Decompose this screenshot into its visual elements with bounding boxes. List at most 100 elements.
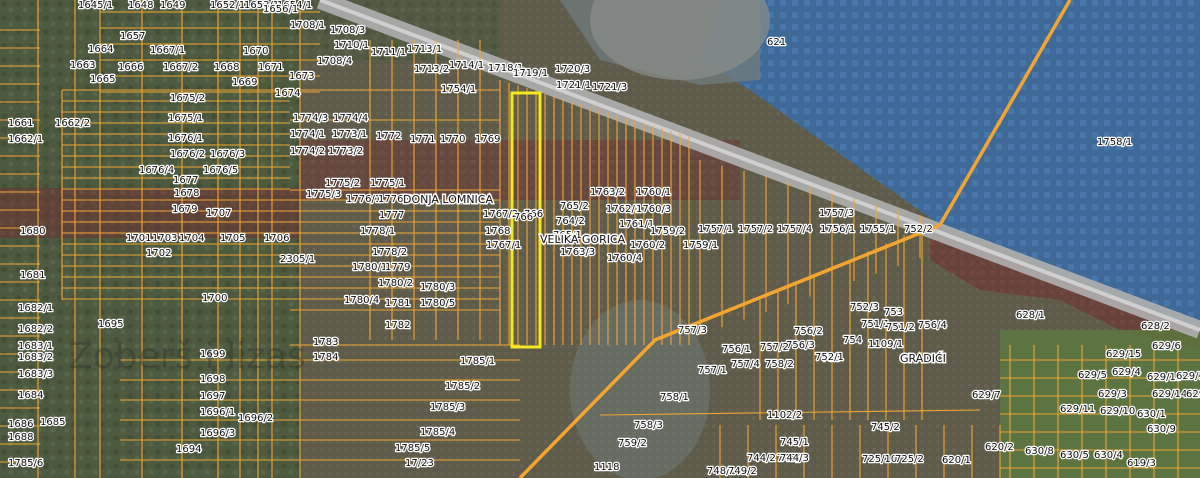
parcel-label[interactable]: 1666 (117, 61, 145, 75)
parcel-label[interactable]: 1683/1 (17, 340, 55, 354)
parcel-label[interactable]: 1668 (213, 61, 241, 75)
parcel-label[interactable]: 1778/2 (371, 246, 409, 260)
parcel-label[interactable]: 757/1 (697, 364, 728, 378)
parcel-label[interactable]: 725/10 (861, 453, 899, 467)
parcel-label[interactable]: 1688 (7, 431, 35, 445)
parcel-label[interactable]: 1685 (39, 416, 67, 430)
parcel-label[interactable]: 1702 (145, 247, 173, 261)
parcel-label[interactable]: 1664 (87, 43, 115, 57)
parcel-label[interactable]: 1780/3 (419, 281, 457, 295)
cadastral-map[interactable]: 1645/1 1648 1649 1652/1 1653/1 1654/1 1656/1 17… (0, 0, 1200, 478)
parcel-label[interactable]: 629/7 (971, 389, 1002, 403)
parcel-label[interactable]: 1669 (231, 76, 259, 90)
parcel-label[interactable]: 1102/2 (766, 409, 804, 423)
parcel-label[interactable]: 752/2 (903, 223, 934, 237)
parcel-label[interactable]: 1697 (199, 390, 227, 404)
parcel-label[interactable]: 756/3 (785, 339, 816, 353)
parcel-label[interactable]: 757/2 (759, 341, 790, 355)
parcel-label[interactable]: 1682/1 (17, 302, 55, 316)
parcel-label[interactable]: 630/8 (1024, 445, 1055, 459)
parcel-label[interactable]: 1781 (384, 297, 412, 311)
parcel-label[interactable]: 629/1 (1175, 370, 1200, 384)
parcel-label[interactable]: 1760/3 (635, 203, 673, 217)
parcel-label[interactable]: 1780/2 (377, 277, 415, 291)
parcel-label[interactable]: 1777 (378, 209, 406, 223)
parcel-label[interactable]: 1714/1 (448, 59, 486, 73)
parcel-label[interactable]: 1774/4 (332, 112, 370, 126)
parcel-label[interactable]: 629/11 (1059, 403, 1097, 417)
parcel-label[interactable]: 1681 (19, 269, 47, 283)
parcel-label[interactable]: 1696/3 (199, 427, 237, 441)
parcel-label[interactable]: 1785/2 (444, 380, 482, 394)
parcel-label[interactable]: 749/2 (727, 465, 758, 478)
parcel-label[interactable]: 1785/6 (7, 457, 45, 471)
parcel-label[interactable]: 1674 (274, 87, 302, 101)
parcel-label[interactable]: 745/2 (870, 421, 901, 435)
parcel-label[interactable]: 1706 (263, 232, 291, 246)
parcel-label[interactable]: 757/4 (730, 358, 761, 372)
parcel-label[interactable]: 1696/1 (199, 406, 237, 420)
parcel-label[interactable]: 630/4 (1093, 449, 1124, 463)
parcel-label[interactable]: 1704 (178, 232, 206, 246)
parcel-label[interactable]: 629/10 (1099, 405, 1137, 419)
parcel-label[interactable]: 1760/1 (635, 186, 673, 200)
parcel-label[interactable]: 1661 (7, 117, 35, 131)
parcel-label[interactable]: 1708/4 (316, 55, 354, 69)
parcel-label[interactable]: 1770 (439, 133, 467, 147)
parcel-label[interactable]: 628/1 (1015, 309, 1046, 323)
parcel-label[interactable]: 1755/1 (859, 223, 897, 237)
parcel-label[interactable]: 759/2 (617, 437, 648, 451)
parcel-label[interactable]: 1708/1 (289, 19, 327, 33)
parcel-label[interactable]: 1118 (593, 461, 621, 475)
parcel-label[interactable]: 1774/1 (289, 128, 327, 142)
parcel-label[interactable]: 1758/1 (1096, 136, 1134, 150)
parcel-label[interactable]: 1711/1 (370, 46, 408, 60)
parcel-label[interactable]: 752/3 (849, 301, 880, 315)
parcel-label[interactable]: 1713/2 (413, 63, 451, 77)
parcel-label[interactable]: 1721/1 (555, 79, 593, 93)
parcel-label[interactable]: 1663 (69, 59, 97, 73)
parcel-label[interactable]: 1667/1 (149, 44, 187, 58)
parcel-label[interactable]: 1703 (151, 232, 179, 246)
parcel-label[interactable]: 1649 (159, 0, 187, 12)
parcel-label[interactable]: 1785/5 (394, 442, 432, 456)
parcel-label[interactable]: 1784 (312, 351, 340, 365)
parcel-label[interactable]: 629/6 (1151, 340, 1182, 354)
parcel-label[interactable]: 1754/1 (440, 83, 478, 97)
parcel-label[interactable]: 1759/1 (682, 239, 720, 253)
parcel-label[interactable]: 744/3 (779, 452, 810, 466)
parcel-label[interactable]: 17/23 (404, 457, 435, 471)
parcel-label[interactable]: 1675/1 (167, 112, 205, 126)
parcel-label[interactable]: 756/1 (721, 343, 752, 357)
parcel-label[interactable]: 629/5 (1077, 369, 1108, 383)
parcel-label[interactable]: 1648 (127, 0, 155, 12)
parcel-label[interactable]: 765/2 (559, 200, 590, 214)
parcel-label[interactable]: 1772 (375, 130, 403, 144)
parcel-label[interactable]: 621 (766, 36, 788, 50)
parcel-label[interactable]: 1109/1 (867, 338, 905, 352)
parcel-label[interactable]: 1662/1 (7, 133, 45, 147)
parcel-label[interactable]: 1677 (172, 174, 200, 188)
parcel-label[interactable]: 1721/3 (591, 81, 629, 95)
parcel-label[interactable]: 1652/1 (209, 0, 247, 12)
parcel-label[interactable]: 1776/1 (345, 193, 383, 207)
parcel-label[interactable]: 620/2 (984, 441, 1015, 455)
parcel-label[interactable]: 764/2 (555, 215, 586, 229)
parcel-label[interactable]: 1760/4 (606, 252, 644, 266)
parcel-label[interactable]: 744/2 (746, 452, 777, 466)
parcel-label[interactable]: 630/1 (1136, 408, 1167, 422)
parcel-label[interactable]: 1694 (175, 443, 203, 457)
parcel-label[interactable]: 630/5 (1059, 449, 1090, 463)
parcel-label[interactable]: 619/3 (1126, 457, 1157, 471)
parcel-label[interactable]: 1763/2 (589, 186, 627, 200)
parcel-label[interactable]: 1767/2 (482, 208, 520, 222)
parcel-label[interactable]: 1779 (384, 261, 412, 275)
selected-parcel-label[interactable]: 766 (513, 211, 535, 225)
parcel-label[interactable]: 752/1 (814, 351, 845, 365)
parcel-label[interactable]: 758/2 (764, 358, 795, 372)
parcel-label[interactable]: 1683/3 (17, 368, 55, 382)
parcel-label[interactable]: 1676/4 (138, 164, 176, 178)
parcel-label[interactable]: 757/3 (677, 324, 708, 338)
parcel-label[interactable]: 1771 (409, 133, 437, 147)
parcel-label[interactable]: 1700 (201, 292, 229, 306)
